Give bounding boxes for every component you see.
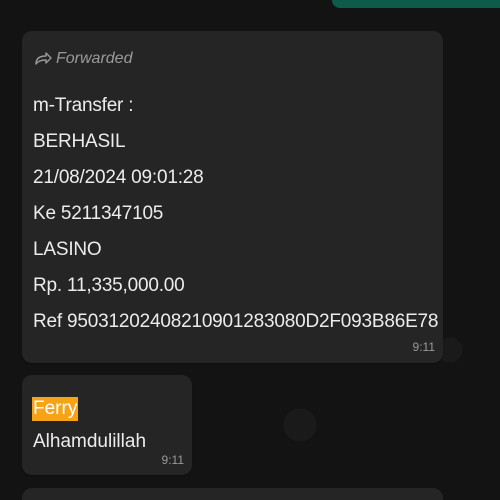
sender-name[interactable]: Ferry: [32, 397, 79, 421]
message-timestamp: 9:11: [412, 340, 435, 354]
forward-arrow-icon: [35, 52, 52, 65]
message-line: LASINO: [33, 239, 102, 260]
forwarded-label: Forwarded: [56, 50, 133, 67]
message-line: 21/08/2024 09:01:28: [33, 167, 204, 188]
outgoing-message-bubble[interactable]: [332, 0, 500, 8]
message-bubble-partial[interactable]: [22, 488, 443, 500]
forwarded-message-bubble[interactable]: Forwarded m-Transfer : BERHASIL 21/08/20…: [22, 31, 443, 363]
chat-area: Forwarded m-Transfer : BERHASIL 21/08/20…: [0, 0, 500, 500]
message-line: Rp. 11,335,000.00: [33, 275, 185, 296]
forwarded-indicator: Forwarded: [34, 50, 132, 68]
message-text: m-Transfer : BERHASIL 21/08/2024 09:01:2…: [33, 88, 438, 340]
message-text: Alhamdulillah: [33, 431, 147, 452]
message-line: m-Transfer :: [33, 95, 134, 116]
message-bubble[interactable]: Ferry Alhamdulillah 9:11: [22, 375, 192, 475]
message-line: Ke 5211347105: [33, 203, 164, 224]
message-line: Ref 95031202408210901283080D2F093B86E78: [33, 311, 439, 332]
message-timestamp: 9:11: [161, 453, 184, 467]
message-line: BERHASIL: [33, 131, 126, 152]
